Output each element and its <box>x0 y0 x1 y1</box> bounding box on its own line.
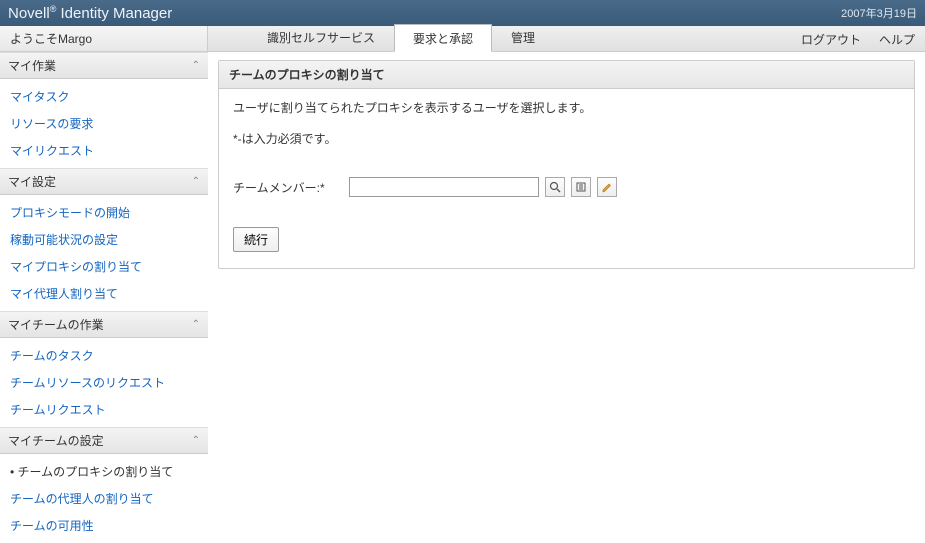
navgroup-mywork-title: マイ作業 <box>8 57 56 74</box>
logout-link[interactable]: ログアウト <box>801 31 861 48</box>
product-title: Novell® Identity Manager <box>8 4 172 22</box>
tab-bar: 識別セルフサービス 要求と承認 管理 ログアウト ヘルプ <box>208 26 925 51</box>
sidebar: マイ作業 ⌃ マイタスク リソースの要求 マイリクエスト マイ設定 ⌃ プロキシ… <box>0 52 208 543</box>
product-prefix: Novell <box>8 5 50 22</box>
main-panel: チームのプロキシの割り当て ユーザに割り当てられたプロキシを表示するユーザを選択… <box>218 60 915 269</box>
nav-team-req[interactable]: チームリクエスト <box>0 396 208 423</box>
top-links: ログアウト ヘルプ <box>801 31 915 48</box>
nav-proxy-start[interactable]: プロキシモードの開始 <box>0 199 208 226</box>
team-member-row: チームメンバー:* <box>233 177 900 197</box>
app-header: Novell® Identity Manager 2007年3月19日 <box>0 0 925 26</box>
nav-resource-req[interactable]: リソースの要求 <box>0 110 208 137</box>
navgroup-teamsettings-title: マイチームの設定 <box>8 432 104 449</box>
search-icon[interactable] <box>545 177 565 197</box>
navgroup-mysettings-title: マイ設定 <box>8 173 56 190</box>
nav-mytasks[interactable]: マイタスク <box>0 83 208 110</box>
tab-admin[interactable]: 管理 <box>492 23 554 51</box>
collapse-icon: ⌃ <box>192 435 200 446</box>
edit-icon[interactable] <box>597 177 617 197</box>
history-icon[interactable] <box>571 177 591 197</box>
navgroup-teamwork[interactable]: マイチームの作業 ⌃ <box>0 311 208 338</box>
product-name: Identity Manager <box>56 5 172 22</box>
continue-button[interactable]: 続行 <box>233 227 279 252</box>
navgroup-teamwork-title: マイチームの作業 <box>8 316 104 333</box>
nav-team-avail[interactable]: チームの可用性 <box>0 512 208 539</box>
nav-myrequests[interactable]: マイリクエスト <box>0 137 208 164</box>
welcome-bar: ようこそMargo <box>0 26 208 51</box>
team-member-input[interactable] <box>349 177 539 197</box>
collapse-icon: ⌃ <box>192 319 200 330</box>
panel-title: チームのプロキシの割り当て <box>219 61 914 89</box>
required-note: *-は入力必須です。 <box>233 130 900 147</box>
nav-mydelegate[interactable]: マイ代理人割り当て <box>0 280 208 307</box>
collapse-icon: ⌃ <box>192 60 200 71</box>
welcome-prefix: ようこそ <box>10 30 58 47</box>
team-member-label: チームメンバー:* <box>233 179 343 196</box>
instruction-text: ユーザに割り当てられたプロキシを表示するユーザを選択します。 <box>233 99 900 116</box>
nav-team-tasks[interactable]: チームのタスク <box>0 342 208 369</box>
welcome-user: Margo <box>58 32 92 46</box>
panel-body: ユーザに割り当てられたプロキシを表示するユーザを選択します。 *-は入力必須です… <box>219 89 914 268</box>
content-area: チームのプロキシの割り当て ユーザに割り当てられたプロキシを表示するユーザを選択… <box>208 52 925 543</box>
help-link[interactable]: ヘルプ <box>879 31 915 48</box>
collapse-icon: ⌃ <box>192 176 200 187</box>
nav-team-proxy[interactable]: チームのプロキシの割り当て <box>0 458 208 485</box>
nav-avail[interactable]: 稼動可能状況の設定 <box>0 226 208 253</box>
header-date: 2007年3月19日 <box>841 5 917 21</box>
nav-myproxy[interactable]: マイプロキシの割り当て <box>0 253 208 280</box>
navgroup-mysettings[interactable]: マイ設定 ⌃ <box>0 168 208 195</box>
subheader: ようこそMargo 識別セルフサービス 要求と承認 管理 ログアウト ヘルプ <box>0 26 925 52</box>
nav-team-delegate[interactable]: チームの代理人の割り当て <box>0 485 208 512</box>
main-area: マイ作業 ⌃ マイタスク リソースの要求 マイリクエスト マイ設定 ⌃ プロキシ… <box>0 52 925 543</box>
navgroup-teamsettings[interactable]: マイチームの設定 ⌃ <box>0 427 208 454</box>
tab-selfservice[interactable]: 識別セルフサービス <box>248 23 394 51</box>
tab-requests[interactable]: 要求と承認 <box>394 24 492 52</box>
nav-team-res-req[interactable]: チームリソースのリクエスト <box>0 369 208 396</box>
navgroup-mywork[interactable]: マイ作業 ⌃ <box>0 52 208 79</box>
